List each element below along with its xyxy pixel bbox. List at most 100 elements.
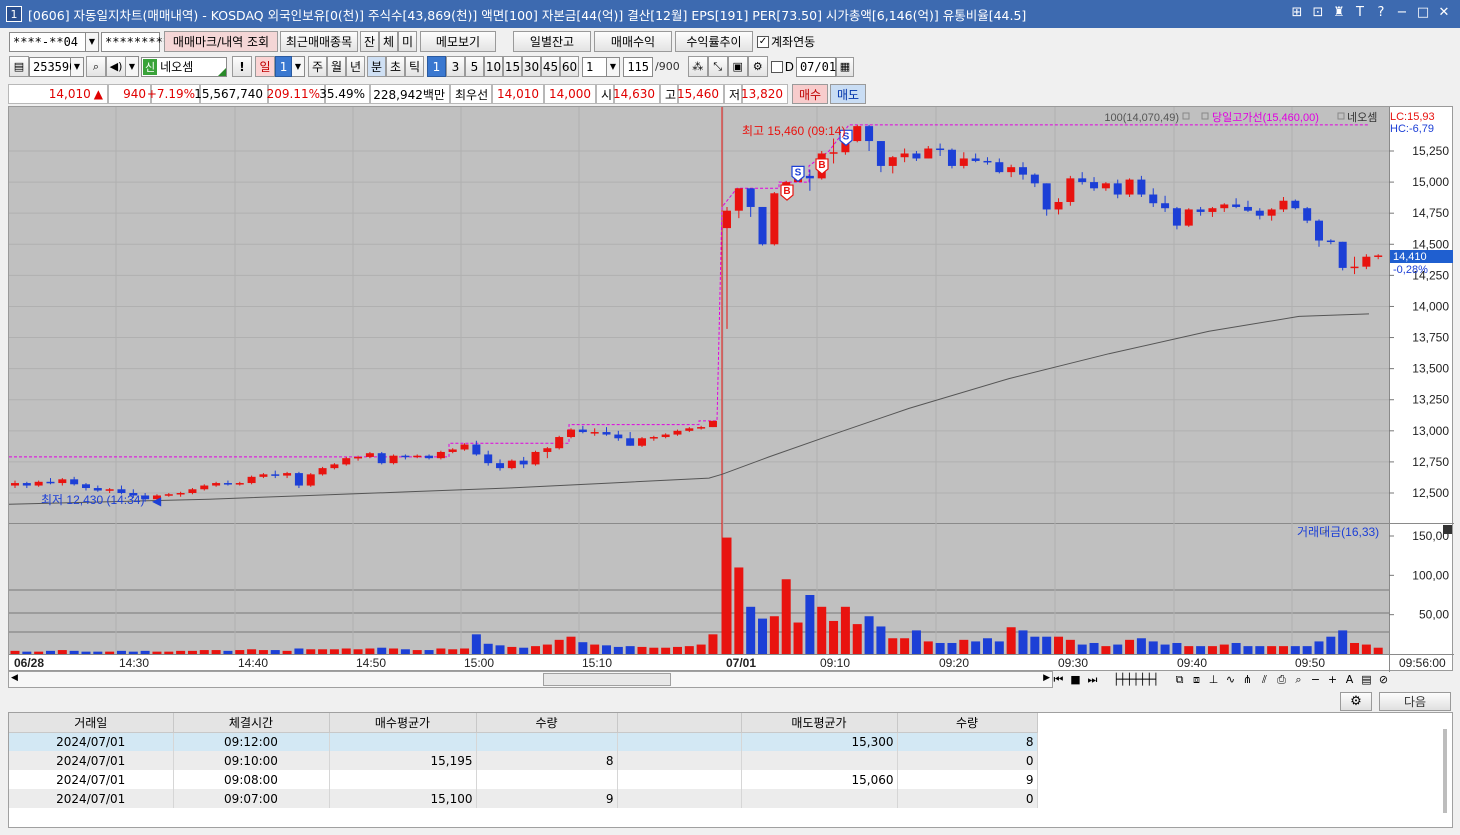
volume-bar <box>793 622 803 654</box>
min-45-button[interactable]: 45 <box>541 56 560 77</box>
period-minute-button[interactable]: 분 <box>367 56 386 77</box>
date-checkbox[interactable] <box>770 60 783 73</box>
scroll-left-icon[interactable]: ◀ <box>11 673 18 683</box>
table-row[interactable]: 2024/07/01 09:12:00 15,300 8 <box>9 732 1038 751</box>
daily-balance-button[interactable]: 일별잔고 <box>513 31 591 52</box>
speaker-dropdown-icon[interactable]: ▼ <box>126 56 139 77</box>
buy-button[interactable]: 매수 <box>792 84 828 104</box>
price-chart[interactable]: 15,250 15,000 14,750 14,500 14,250 14,000 13,7… <box>8 106 1454 672</box>
header-exec-time[interactable]: 체결시간 <box>173 713 330 733</box>
period-week-button[interactable]: 주 <box>308 56 327 77</box>
interval-input[interactable]: 1 <box>582 56 607 77</box>
pages-icon[interactable]: ⧈ <box>1188 671 1205 688</box>
period-second-button[interactable]: 초 <box>386 56 405 77</box>
min-10-button[interactable]: 10 <box>484 56 503 77</box>
recent-trades-button[interactable]: 최근매매종목 <box>280 31 358 52</box>
min-60-button[interactable]: 60 <box>560 56 579 77</box>
table-row[interactable]: 2024/07/01 09:07:00 15,100 9 0 <box>9 789 1038 808</box>
header-trade-date[interactable]: 거래일 <box>9 713 174 733</box>
account-dropdown-icon[interactable]: ▼ <box>86 31 99 52</box>
account-input[interactable]: ****-**04 <box>9 31 86 52</box>
snapshot-icon[interactable]: ⎙ <box>1273 671 1290 688</box>
scroll-right-icon[interactable]: ▶ <box>1043 673 1050 683</box>
period-dropdown-icon[interactable]: ▼ <box>292 56 305 77</box>
min-5-button[interactable]: 5 <box>465 56 484 77</box>
header-buy-avg[interactable]: 매수평균가 <box>329 713 477 733</box>
header-sell-qty[interactable]: 수량 <box>897 713 1038 733</box>
fan-icon[interactable]: ⋔ <box>1239 671 1256 688</box>
close-icon[interactable]: ✕ <box>1436 5 1452 20</box>
zoom-icon[interactable]: ⌕ <box>1290 671 1307 688</box>
pin-icon[interactable]: ♜ <box>1331 5 1347 20</box>
calendar-icon[interactable]: ▦ <box>835 56 854 77</box>
copy-icon[interactable]: ⧉ <box>1171 671 1188 688</box>
profit-rate-button[interactable]: 수익률추이 <box>675 31 753 52</box>
help-icon[interactable]: ? <box>1373 5 1389 20</box>
trade-mark-button[interactable]: 매매마크/내역 조회 <box>164 31 278 52</box>
indicator-icon[interactable]: ⁂ <box>687 56 708 77</box>
volume-pane-close-icon[interactable] <box>1443 525 1452 534</box>
min-3-button[interactable]: 3 <box>446 56 465 77</box>
first-icon[interactable]: ⏮ <box>1050 671 1067 688</box>
clear-icon[interactable]: ⊘ <box>1375 671 1392 688</box>
stock-name-field[interactable]: 신 네오셈 <box>141 56 227 77</box>
zoom-out-icon[interactable]: − <box>1307 671 1324 688</box>
zoom-in-icon[interactable]: + <box>1324 671 1341 688</box>
chart-canvas[interactable]: 15,25015,00014,75014,50014,25014,00013,7… <box>9 107 1454 672</box>
channel-icon[interactable]: ⫽ <box>1256 671 1273 688</box>
text-icon[interactable]: A <box>1341 671 1358 688</box>
trade-profit-button[interactable]: 매매수익 <box>594 31 672 52</box>
table-icon[interactable]: ▤ <box>1358 671 1375 688</box>
alert-button[interactable]: ! <box>232 56 252 77</box>
bid-price: 14,000 <box>544 84 596 104</box>
min-15-button[interactable]: 15 <box>503 56 522 77</box>
checkbox-checked-icon[interactable]: ✓ <box>757 35 769 48</box>
date-input[interactable]: 07/01 <box>795 56 836 77</box>
period-year-button[interactable]: 년 <box>346 56 365 77</box>
memo-button[interactable]: 메모보기 <box>420 31 496 52</box>
balance-button[interactable]: 잔 <box>360 31 379 52</box>
draw-icon[interactable]: ⤡ <box>707 56 728 77</box>
header-sell-avg[interactable]: 매도평균가 <box>741 713 898 733</box>
executed-button[interactable]: 체 <box>379 31 398 52</box>
window-number[interactable]: 1 <box>6 6 22 22</box>
header-buy-qty[interactable]: 수량 <box>476 713 618 733</box>
table-scrollbar[interactable] <box>1443 729 1447 813</box>
font-icon[interactable]: T <box>1352 5 1368 20</box>
restore-layout-icon[interactable]: ⊡ <box>1310 5 1326 20</box>
chart-scrollbar[interactable]: ◀ ▶ <box>8 671 1053 688</box>
save-icon[interactable]: ▣ <box>727 56 748 77</box>
min-30-button[interactable]: 30 <box>522 56 541 77</box>
sell-button[interactable]: 매도 <box>830 84 866 104</box>
interval-dropdown-icon[interactable]: ▼ <box>607 56 620 77</box>
period-number[interactable]: 1 <box>275 56 292 77</box>
min-1-button[interactable]: 1 <box>427 56 446 77</box>
period-day-button[interactable]: 일 <box>255 56 275 77</box>
settings-gear-button[interactable]: ⚙ <box>1340 692 1372 711</box>
unexecuted-button[interactable]: 미 <box>398 31 417 52</box>
trendline-icon[interactable]: ⊥ <box>1205 671 1222 688</box>
last-icon[interactable]: ⏭ <box>1084 671 1101 688</box>
scroll-thumb[interactable] <box>543 673 671 686</box>
table-row[interactable]: 2024/07/01 09:10:00 15,195 8 0 <box>9 751 1038 770</box>
period-tick-button[interactable]: 틱 <box>405 56 424 77</box>
search-icon[interactable]: ⌕ <box>86 56 106 77</box>
zoom-slider[interactable]: ├┼┼┼┼┼┤ <box>1101 671 1171 688</box>
stock-code-input[interactable]: 253590 <box>29 56 76 77</box>
next-button[interactable]: 다음 <box>1379 692 1451 711</box>
stop-icon[interactable]: ■ <box>1067 671 1084 688</box>
password-input[interactable]: ********* <box>101 31 170 52</box>
minimize-icon[interactable]: − <box>1394 5 1410 20</box>
code-dropdown-icon[interactable]: ▼ <box>71 56 84 77</box>
account-link-checkbox[interactable]: ✓ 계좌연동 <box>757 33 815 50</box>
maximize-icon[interactable]: □ <box>1415 5 1431 20</box>
table-row[interactable]: 2024/07/01 09:08:00 15,060 9 <box>9 770 1038 789</box>
layout-icon[interactable]: ⊞ <box>1289 5 1305 20</box>
count-input[interactable]: 115 <box>623 56 653 77</box>
period-month-button[interactable]: 월 <box>327 56 346 77</box>
code-list-icon[interactable]: ▤ <box>9 56 29 77</box>
wave-icon[interactable]: ∿ <box>1222 671 1239 688</box>
gear-icon[interactable]: ⚙ <box>747 56 768 77</box>
candle <box>58 479 67 484</box>
speaker-icon[interactable]: ◀) <box>106 56 126 77</box>
